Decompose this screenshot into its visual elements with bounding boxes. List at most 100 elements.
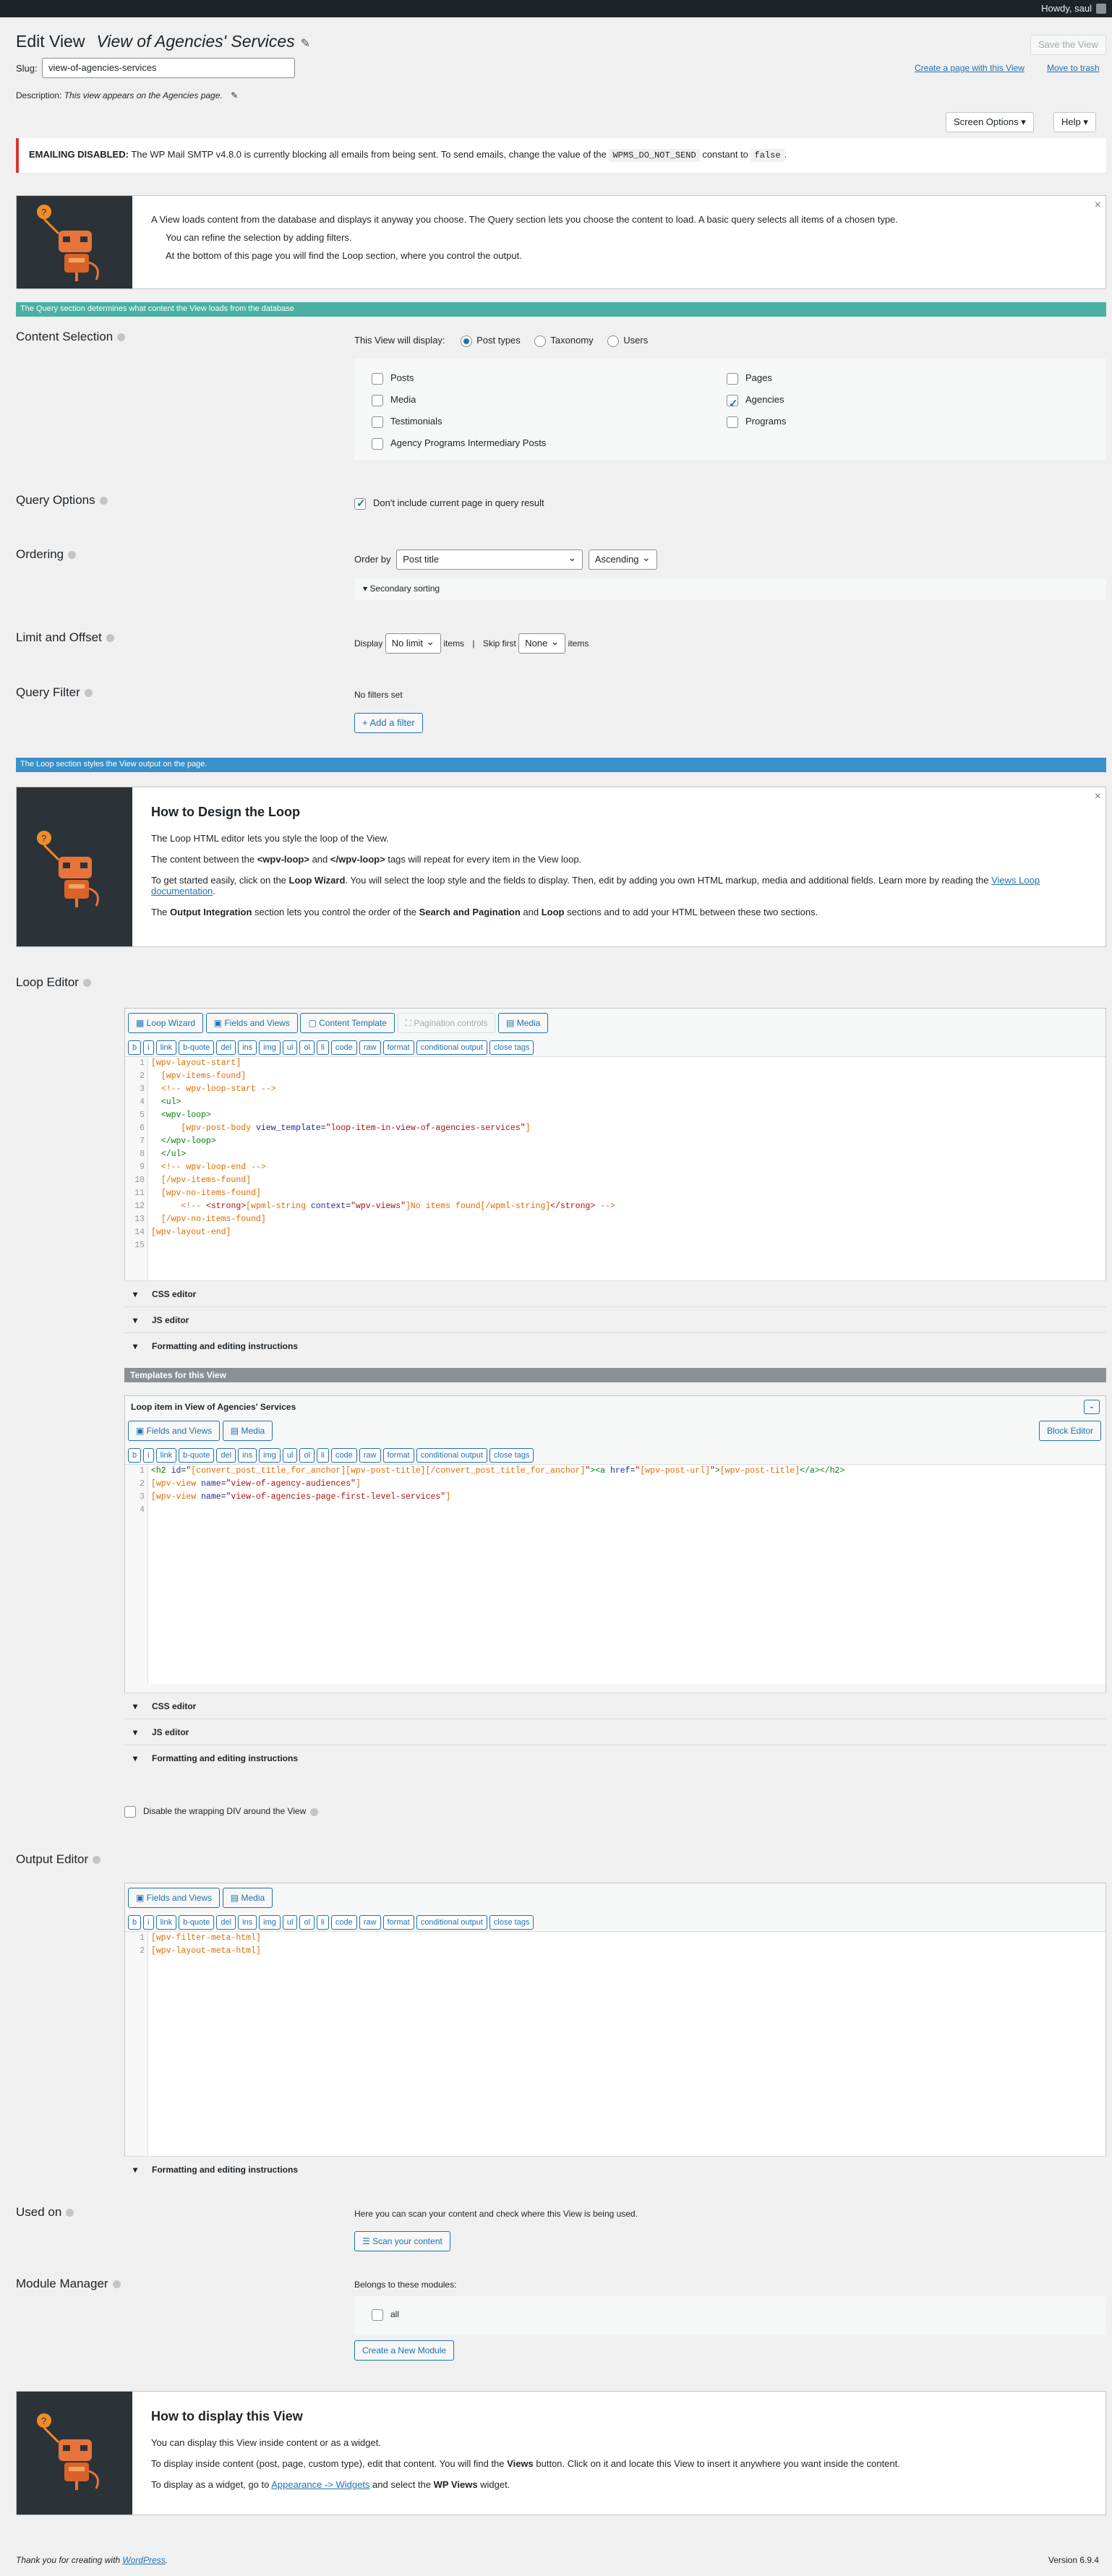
- qt-li[interactable]: li: [317, 1915, 329, 1930]
- qt-link[interactable]: link: [155, 1040, 177, 1055]
- module-all-checkbox[interactable]: all: [354, 2296, 1106, 2335]
- qt-ins[interactable]: ins: [238, 1448, 257, 1463]
- qt-ul[interactable]: ul: [282, 1915, 298, 1930]
- fields-views-button[interactable]: ▣ Fields and Views: [128, 1888, 221, 1908]
- limit-select[interactable]: No limit: [385, 632, 442, 654]
- secondary-sorting-toggle[interactable]: ▾ Secondary sorting: [354, 578, 1106, 600]
- qt-conditional[interactable]: conditional output: [416, 1448, 487, 1463]
- help-icon[interactable]: [68, 551, 77, 560]
- help-icon[interactable]: [99, 497, 108, 505]
- qt-bquote[interactable]: b-quote: [179, 1448, 215, 1463]
- qt-ins[interactable]: ins: [238, 1040, 257, 1055]
- qt-i[interactable]: i: [143, 1448, 154, 1463]
- fields-views-button[interactable]: ▣ Fields and Views: [128, 1421, 221, 1441]
- fields-views-button[interactable]: ▣ Fields and Views: [205, 1013, 298, 1033]
- add-filter-button[interactable]: + Add a filter: [354, 713, 423, 733]
- pencil-icon[interactable]: ✎: [231, 90, 238, 100]
- qt-ol[interactable]: ol: [299, 1040, 315, 1055]
- formatting-toggle[interactable]: Formatting and editing instructions: [124, 1332, 1106, 1359]
- help-button[interactable]: Help ▾: [1053, 112, 1096, 132]
- help-icon[interactable]: [93, 1856, 101, 1865]
- qt-bquote[interactable]: b-quote: [179, 1040, 215, 1055]
- trash-link[interactable]: Move to trash: [1047, 63, 1100, 73]
- pencil-icon[interactable]: ✎: [301, 38, 310, 50]
- checkbox-pages[interactable]: Pages: [727, 367, 786, 389]
- qt-close-tags[interactable]: close tags: [489, 1448, 534, 1463]
- js-editor-toggle[interactable]: JS editor: [124, 1306, 1106, 1333]
- checkbox-media[interactable]: Media: [372, 389, 546, 411]
- qt-i[interactable]: i: [143, 1040, 154, 1055]
- help-icon[interactable]: [82, 979, 91, 988]
- checkbox-agency-programs[interactable]: Agency Programs Intermediary Posts: [372, 432, 546, 454]
- block-editor-button[interactable]: Block Editor: [1038, 1421, 1101, 1441]
- qt-conditional[interactable]: conditional output: [416, 1915, 487, 1930]
- formatting-toggle[interactable]: Formatting and editing instructions: [124, 2156, 1106, 2183]
- qt-raw[interactable]: raw: [359, 1915, 381, 1930]
- qt-del[interactable]: del: [216, 1448, 236, 1463]
- qt-close-tags[interactable]: close tags: [489, 1040, 534, 1055]
- close-icon[interactable]: ×: [1095, 790, 1101, 803]
- qt-ul[interactable]: ul: [282, 1040, 298, 1055]
- qt-format[interactable]: format: [382, 1448, 414, 1463]
- output-code-editor[interactable]: 12 [wpv-filter-meta-html] [wpv-layout-me…: [125, 1931, 1105, 2157]
- css-editor-toggle[interactable]: CSS editor: [124, 1280, 1106, 1307]
- widgets-link[interactable]: Appearance -> Widgets: [271, 2479, 369, 2490]
- qt-img[interactable]: img: [259, 1448, 281, 1463]
- screen-options-button[interactable]: Screen Options ▾: [946, 112, 1034, 132]
- qt-code[interactable]: code: [330, 1040, 357, 1055]
- qt-img[interactable]: img: [259, 1915, 281, 1930]
- help-icon[interactable]: [84, 689, 93, 698]
- qt-ol[interactable]: ol: [299, 1915, 315, 1930]
- radio-users[interactable]: Users: [607, 335, 648, 347]
- qt-b[interactable]: b: [128, 1040, 142, 1055]
- loop-wizard-button[interactable]: ▦ Loop Wizard: [128, 1013, 204, 1033]
- qt-format[interactable]: format: [382, 1040, 414, 1055]
- offset-select[interactable]: None: [518, 632, 566, 654]
- help-icon[interactable]: [112, 2280, 121, 2289]
- help-icon[interactable]: [106, 634, 114, 643]
- exclude-current-checkbox[interactable]: Don't include current page in query resu…: [354, 497, 544, 510]
- media-button[interactable]: ▤ Media: [222, 1888, 273, 1908]
- media-button[interactable]: ▤ Media: [222, 1421, 273, 1441]
- slug-input[interactable]: view-of-agencies-services: [42, 58, 295, 78]
- content-template-button[interactable]: ▢ Content Template: [300, 1013, 395, 1033]
- wordpress-link[interactable]: WordPress: [122, 2555, 165, 2565]
- qt-i[interactable]: i: [143, 1915, 154, 1930]
- qt-del[interactable]: del: [216, 1915, 236, 1930]
- disable-wrap-checkbox[interactable]: Disable the wrapping DIV around the View: [124, 1806, 319, 1818]
- create-page-link[interactable]: Create a page with this View: [915, 63, 1025, 73]
- checkbox-agencies[interactable]: Agencies: [727, 389, 786, 415]
- qt-b[interactable]: b: [128, 1915, 142, 1930]
- media-button[interactable]: ▤ Media: [498, 1013, 549, 1033]
- formatting-toggle[interactable]: Formatting and editing instructions: [124, 1745, 1106, 1771]
- pagination-controls-button[interactable]: ⛶ Pagination controls: [397, 1013, 496, 1033]
- qt-ul[interactable]: ul: [282, 1448, 298, 1463]
- qt-li[interactable]: li: [317, 1448, 329, 1463]
- qt-ins[interactable]: ins: [238, 1915, 257, 1930]
- qt-bquote[interactable]: b-quote: [179, 1915, 215, 1930]
- radio-post-types[interactable]: Post types: [461, 335, 521, 347]
- loop-code-editor[interactable]: 1 2 3 4 5 6 7 8 9 10 11 12 13 14 15 [wpv-layout-start]…: [125, 1056, 1105, 1286]
- save-button[interactable]: Save the View: [1030, 35, 1106, 55]
- checkbox-posts[interactable]: Posts: [372, 367, 546, 389]
- qt-b[interactable]: b: [128, 1448, 142, 1463]
- qt-code[interactable]: code: [330, 1915, 357, 1930]
- css-editor-toggle[interactable]: CSS editor: [124, 1693, 1106, 1719]
- help-icon[interactable]: [117, 333, 126, 342]
- qt-code[interactable]: code: [330, 1448, 357, 1463]
- qt-img[interactable]: img: [259, 1040, 281, 1055]
- avatar[interactable]: [1096, 4, 1106, 14]
- radio-taxonomy[interactable]: Taxonomy: [534, 335, 594, 347]
- qt-format[interactable]: format: [382, 1915, 414, 1930]
- checkbox-testimonials[interactable]: Testimonials: [372, 411, 546, 432]
- qt-del[interactable]: del: [216, 1040, 236, 1055]
- qt-link[interactable]: link: [155, 1448, 177, 1463]
- close-icon[interactable]: ×: [1095, 199, 1101, 212]
- js-editor-toggle[interactable]: JS editor: [124, 1719, 1106, 1745]
- qt-raw[interactable]: raw: [359, 1040, 381, 1055]
- qt-ol[interactable]: ol: [299, 1448, 315, 1463]
- order-by-select[interactable]: Post title: [396, 548, 583, 570]
- qt-raw[interactable]: raw: [359, 1448, 381, 1463]
- collapse-button[interactable]: -: [1083, 1400, 1100, 1414]
- qt-conditional[interactable]: conditional output: [416, 1040, 487, 1055]
